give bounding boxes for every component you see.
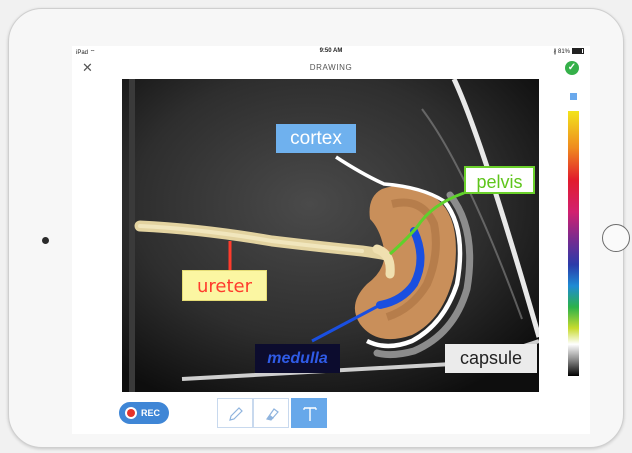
drawing-canvas[interactable]: cortex pelvis ureter medulla capsule (122, 79, 539, 392)
label-cortex[interactable]: cortex (276, 124, 356, 153)
status-time: 9:50 AM (319, 48, 343, 54)
ipad-frame: iPad ⌔ 9:50 AM ∦ 81% ✕ DRAWING ✓ cortex … (8, 8, 630, 448)
record-label: REC (141, 408, 161, 418)
page-title: DRAWING (309, 63, 353, 72)
battery-percent: 81% (557, 49, 570, 55)
bottom-toolbar: REC (72, 394, 590, 434)
home-button[interactable] (602, 224, 630, 252)
status-bar: iPad ⌔ 9:50 AM ∦ 81% (72, 46, 590, 58)
color-spectrum-slider[interactable] (568, 111, 579, 376)
label-medulla[interactable]: medulla (255, 344, 340, 373)
status-battery: ∦ 81% (553, 48, 584, 55)
record-dot-icon (125, 407, 137, 419)
eraser-icon (266, 408, 279, 421)
eraser-tool-button[interactable] (253, 398, 289, 428)
label-ureter[interactable]: ureter (182, 270, 267, 301)
nav-bar: ✕ DRAWING ✓ (72, 58, 590, 78)
text-tool-button[interactable] (291, 398, 327, 428)
text-icon (303, 407, 317, 421)
done-check-icon[interactable]: ✓ (565, 61, 579, 75)
pencil-icon (229, 407, 243, 421)
color-palette[interactable] (568, 87, 581, 427)
label-capsule[interactable]: capsule (445, 344, 537, 373)
selected-color-swatch[interactable] (570, 93, 577, 100)
front-camera (42, 237, 49, 244)
battery-icon (572, 48, 584, 55)
screen: iPad ⌔ 9:50 AM ∦ 81% ✕ DRAWING ✓ cortex … (72, 46, 590, 434)
pencil-tool-button[interactable] (217, 398, 253, 428)
record-button[interactable]: REC (119, 402, 169, 424)
label-pelvis[interactable]: pelvis (464, 166, 535, 194)
